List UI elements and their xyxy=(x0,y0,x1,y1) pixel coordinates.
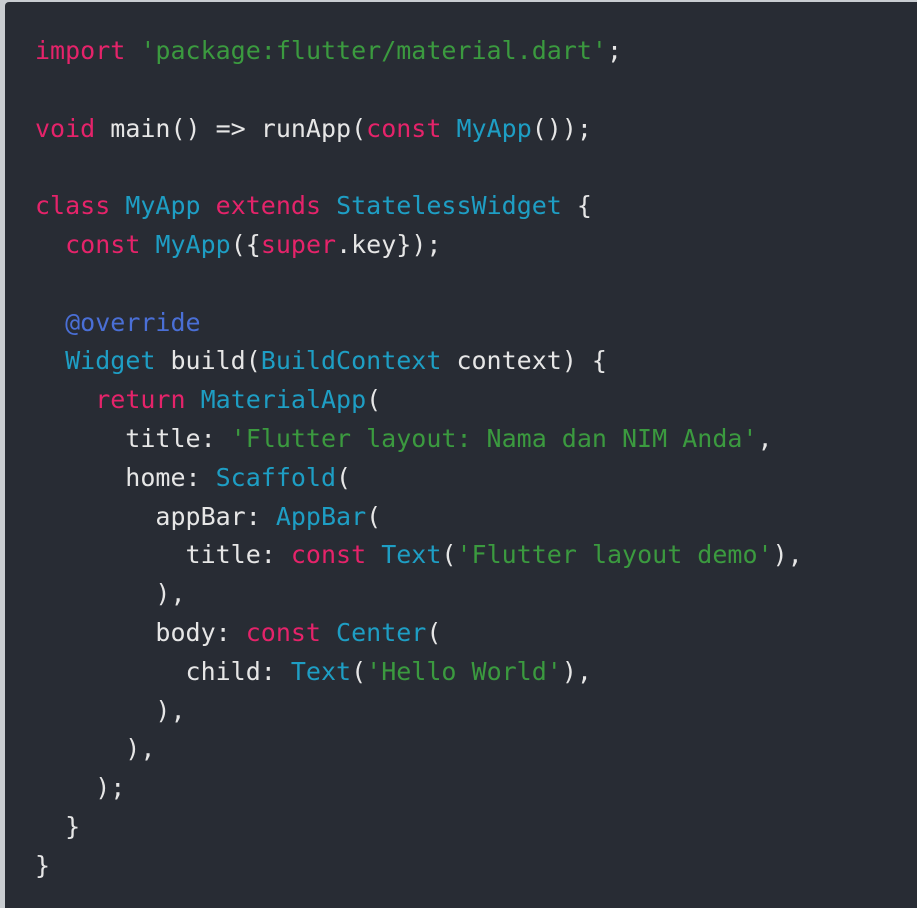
code-token: Center xyxy=(336,617,427,647)
code-token: Text xyxy=(381,540,442,570)
code-token: MyApp xyxy=(456,113,532,143)
code-token: main() => runApp( xyxy=(95,113,367,143)
code-token: const xyxy=(366,113,442,143)
code-token: 'Hello World' xyxy=(366,656,562,686)
code-token: BuildContext xyxy=(260,346,442,376)
code-token: MyApp xyxy=(155,229,231,259)
code-block: import 'package:flutter/material.dart'; … xyxy=(5,2,917,908)
code-line: Widget build(BuildContext context) { xyxy=(35,342,917,381)
code-line: import 'package:flutter/material.dart'; xyxy=(35,32,917,71)
code-token: class xyxy=(35,191,111,221)
code-token: Scaffold xyxy=(215,462,337,492)
code-token: @override xyxy=(65,307,201,337)
code-token: const xyxy=(245,617,321,647)
code-token: const xyxy=(65,229,141,259)
code-line: body: const Center( xyxy=(35,614,917,653)
code-token: ), xyxy=(561,656,592,686)
code-token: ( xyxy=(366,501,382,531)
code-line: child: Text('Hello World'), xyxy=(35,653,917,692)
code-token: } xyxy=(35,811,81,841)
dart-source-code: import 'package:flutter/material.dart'; … xyxy=(5,32,917,886)
code-token: const xyxy=(290,540,367,570)
code-token: ( xyxy=(366,385,382,415)
code-token: ; xyxy=(606,36,623,65)
code-token: build( xyxy=(155,346,261,376)
code-token: ), xyxy=(35,734,156,764)
code-token: .key}); xyxy=(336,229,442,259)
code-token: super xyxy=(260,229,337,259)
code-line: ); xyxy=(35,769,917,808)
code-line: void main() => runApp(const MyApp()); xyxy=(35,110,917,149)
code-line: } xyxy=(35,808,917,847)
code-line: class MyApp extends StatelessWidget { xyxy=(35,187,917,226)
code-token: StatelessWidget xyxy=(336,191,562,221)
code-line: ), xyxy=(35,730,917,769)
code-token: return xyxy=(95,385,186,415)
code-token: ( xyxy=(426,617,442,647)
code-line: ), xyxy=(35,575,917,614)
code-token: extends xyxy=(215,191,322,221)
code-line: } xyxy=(35,847,917,886)
code-token: body: xyxy=(35,617,246,647)
code-token: ), xyxy=(35,579,186,609)
code-token: ), xyxy=(772,540,803,570)
code-line: title: const Text('Flutter layout demo')… xyxy=(35,536,917,575)
code-token: { xyxy=(561,191,592,221)
code-token: ( xyxy=(441,540,457,570)
code-line: home: Scaffold( xyxy=(35,459,917,498)
code-line: ), xyxy=(35,692,917,731)
code-token: void xyxy=(35,113,96,143)
code-token: ( xyxy=(336,462,352,492)
code-token: 'Flutter layout demo' xyxy=(456,540,773,570)
code-line: appBar: AppBar( xyxy=(35,498,917,537)
code-token: title: xyxy=(35,540,291,570)
code-token: MaterialApp xyxy=(200,385,367,415)
code-token: } xyxy=(35,850,51,880)
code-line: const MyApp({super.key}); xyxy=(35,226,917,265)
code-line: return MaterialApp( xyxy=(35,381,917,420)
code-token: context) { xyxy=(441,346,607,376)
code-token: title: xyxy=(35,423,231,453)
code-token: home: xyxy=(35,462,216,492)
code-token: child: xyxy=(35,656,291,686)
code-token: ( xyxy=(351,656,367,686)
code-line: @override xyxy=(35,304,917,343)
code-token: import xyxy=(35,36,126,65)
code-token: 'package:flutter/material.dart' xyxy=(140,36,607,65)
code-token: , xyxy=(757,423,773,453)
code-token: ), xyxy=(35,695,186,725)
code-token: ); xyxy=(35,773,126,803)
code-token: ()); xyxy=(531,113,592,143)
code-token: ({ xyxy=(230,229,261,259)
code-token: Text xyxy=(290,656,352,686)
code-token: Widget xyxy=(65,346,156,376)
code-token: AppBar xyxy=(275,501,367,531)
code-token: appBar: xyxy=(35,501,276,531)
code-token: MyApp xyxy=(125,191,201,221)
code-line: title: 'Flutter layout: Nama dan NIM And… xyxy=(35,420,917,459)
code-token: 'Flutter layout: Nama dan NIM Anda' xyxy=(230,423,758,453)
